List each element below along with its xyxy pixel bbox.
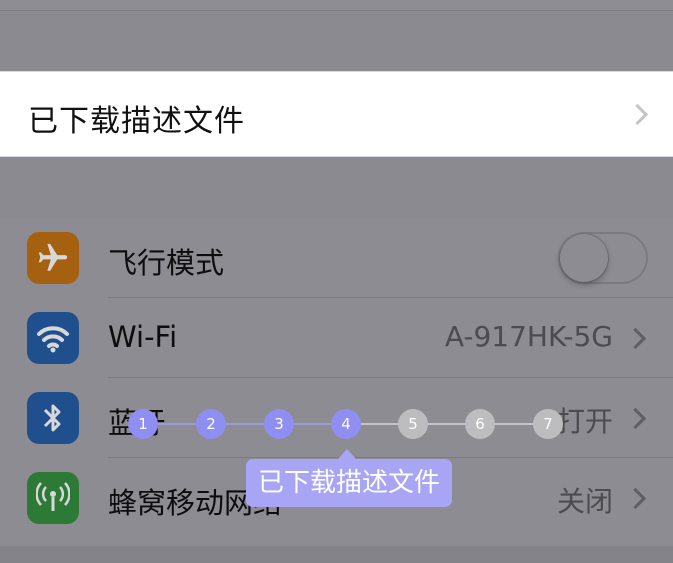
cellular-antenna-icon <box>27 472 79 524</box>
wifi-network-value: A-917HK-5G <box>444 320 613 353</box>
airplane-icon <box>27 232 79 284</box>
bluetooth-status-value: 打开 <box>556 405 613 438</box>
wifi-icon <box>27 312 79 364</box>
step-connector-pending <box>347 423 548 425</box>
airplane-mode-label: 飞行模式 <box>108 246 225 280</box>
step-5[interactable]: 5 <box>398 409 428 439</box>
chevron-right-icon <box>624 487 647 510</box>
step-2[interactable]: 2 <box>196 409 226 439</box>
chevron-right-icon <box>624 327 647 350</box>
airplane-mode-row[interactable]: 飞行模式 <box>0 218 673 298</box>
top-separator <box>0 0 673 11</box>
chevron-right-icon <box>624 407 647 430</box>
step-7[interactable]: 7 <box>533 409 563 439</box>
airplane-mode-toggle[interactable] <box>558 232 648 284</box>
step-tooltip: 已下载描述文件 <box>246 449 452 507</box>
downloaded-profile-label: 已下载描述文件 <box>28 104 245 139</box>
wifi-label: Wi-Fi <box>108 320 178 354</box>
step-3[interactable]: 3 <box>264 409 294 439</box>
step-6[interactable]: 6 <box>465 409 495 439</box>
step-1[interactable]: 1 <box>128 409 158 439</box>
cellular-status-value: 关闭 <box>556 485 613 518</box>
step-4[interactable]: 4 <box>331 409 361 439</box>
chevron-right-icon <box>626 103 649 126</box>
toggle-knob <box>560 234 608 282</box>
bluetooth-icon <box>27 392 79 444</box>
downloaded-profile-row[interactable]: 已下载描述文件 <box>0 72 673 156</box>
bottom-separator <box>0 546 673 563</box>
wifi-row[interactable]: Wi-Fi A-917HK-5G <box>0 298 673 378</box>
step-connector-done <box>143 423 347 425</box>
